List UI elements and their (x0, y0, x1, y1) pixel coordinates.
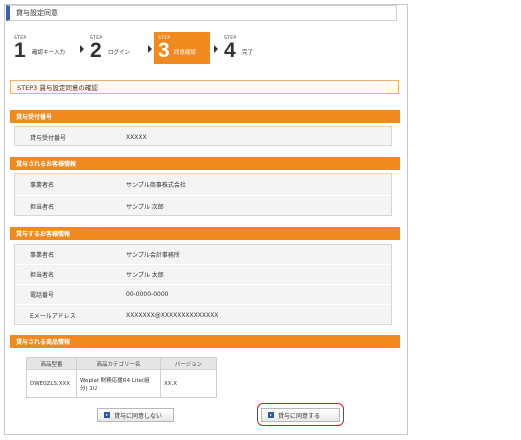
info-row: 担当者名 サンプル 太郎 (15, 265, 391, 285)
arrow-right-icon (148, 45, 152, 53)
lending-customer-box: 事業者名 サンプル会計事務所 担当者名 サンプル 太郎 電話番号 00-0000… (14, 244, 392, 325)
section-title: STEP3 貸与設定同意の確認 (10, 80, 399, 94)
step-number: 4 (224, 39, 236, 62)
agree-button-label: 貸与に同意する (278, 412, 321, 420)
section-heading: 貸与するお客様情報 (16, 231, 71, 238)
section-heading: 貸与されるお客様情報 (16, 161, 77, 168)
step-2: STEP 2 ログイン (86, 32, 152, 64)
section-header-lent-customer: 貸与されるお客様情報 (10, 157, 400, 170)
step-progress: STEP 1 確認キー入力 STEP 2 ログイン STEP 3 同意確認 ST… (10, 32, 310, 64)
info-row: Eメールアドレス XXXXXXX@XXXXXXXXXXXXXX (15, 305, 391, 326)
field-label: Eメールアドレス (30, 313, 76, 320)
disagree-button[interactable]: 貸与に同意しない (97, 408, 174, 422)
field-value: 00-0000-0000 (126, 291, 169, 298)
loan-number-box: 貸与受付番号 XXXXX (14, 126, 392, 146)
product-model-cell: DWE0ZLS.XXX (26, 369, 77, 398)
lent-customer-box: 事業者名 サンプル商事株式会社 担当者名 サンプル 次郎 (14, 173, 392, 216)
table-row: DWE0ZLS.XXX Weplat 財務応援R4 Lite(組分) 1U XX… (26, 369, 217, 398)
step-label: 完了 (242, 50, 254, 56)
arrow-right-icon (214, 45, 218, 53)
product-version-cell: XX.X (160, 369, 217, 398)
section-header-product: 貸与される商品情報 (10, 335, 400, 348)
info-row: 電話番号 00-0000-0000 (15, 285, 391, 305)
field-value: XXXXX (126, 133, 147, 141)
page-title: 貸与設定同意 (6, 5, 397, 21)
arrow-right-icon (268, 412, 274, 418)
disagree-button-label: 貸与に同意しない (114, 412, 163, 420)
arrow-right-icon (80, 45, 84, 53)
field-label: 貸与受付番号 (30, 134, 67, 142)
column-header: バージョン (160, 357, 217, 370)
step-label: 確認キー入力 (32, 50, 66, 56)
agree-button[interactable]: 貸与に同意する (261, 408, 340, 422)
field-label: 電話番号 (30, 292, 55, 299)
section-title-text: STEP3 貸与設定同意の確認 (17, 84, 98, 92)
field-label: 担当者名 (30, 272, 55, 279)
section-heading: 貸与受付番号 (16, 114, 53, 121)
column-header: 商品カテゴリー名 (76, 357, 161, 370)
step-3-active: STEP 3 同意確認 (154, 32, 210, 64)
info-row: 事業者名 サンプル商事株式会社 (15, 174, 391, 196)
table-header-row: 商品型番 商品カテゴリー名 バージョン (26, 357, 217, 370)
field-value: サンプル 太郎 (126, 272, 164, 279)
field-value: サンプル 次郎 (126, 204, 164, 211)
info-row: 事業者名 サンプル会計事務所 (15, 245, 391, 265)
field-value: サンプル商事株式会社 (126, 182, 186, 189)
info-row: 貸与受付番号 XXXXX (15, 127, 391, 147)
column-header: 商品型番 (26, 357, 77, 370)
step-number: 3 (158, 39, 170, 62)
field-value: サンプル会計事務所 (126, 252, 180, 259)
step-label: ログイン (108, 50, 131, 56)
product-category-cell: Weplat 財務応援R4 Lite(組分) 1U (76, 369, 161, 398)
section-header-loan-number: 貸与受付番号 (10, 110, 400, 123)
page-title-text: 貸与設定同意 (16, 9, 58, 17)
step-1: STEP 1 確認キー入力 (10, 32, 84, 64)
info-row: 担当者名 サンプル 次郎 (15, 196, 391, 217)
step-4: STEP 4 完了 (220, 32, 270, 64)
product-table: 商品型番 商品カテゴリー名 バージョン DWE0ZLS.XXX Weplat 財… (26, 357, 217, 398)
section-header-lending-customer: 貸与するお客様情報 (10, 227, 400, 240)
step-number: 1 (14, 39, 26, 62)
step-label: 同意確認 (174, 50, 197, 56)
field-label: 担当者名 (30, 204, 55, 211)
field-label: 事業者名 (30, 252, 55, 259)
field-label: 事業者名 (30, 182, 55, 189)
arrow-right-icon (104, 412, 110, 418)
section-heading: 貸与される商品情報 (16, 339, 71, 346)
step-number: 2 (90, 39, 102, 62)
field-value: XXXXXXX@XXXXXXXXXXXXXX (126, 312, 219, 319)
